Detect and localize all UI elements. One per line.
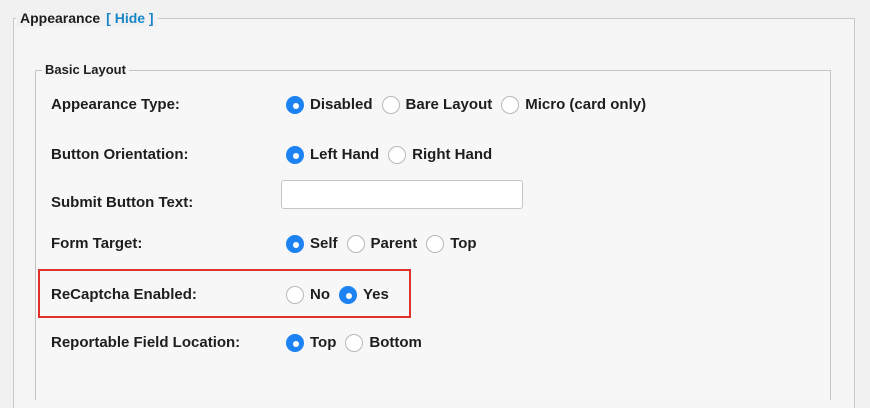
recaptcha-yes-label: Yes bbox=[363, 286, 389, 303]
appearance-legend: Appearance [ Hide ] bbox=[16, 9, 158, 27]
reportable-field-location-top-radio[interactable] bbox=[286, 334, 304, 352]
button-orientation-left-hand-label: Left Hand bbox=[310, 146, 380, 163]
appearance-type-micro-option[interactable]: Micro (card only) bbox=[501, 95, 646, 115]
form-target-options: Self Parent Top bbox=[286, 234, 477, 254]
form-target-parent-radio[interactable] bbox=[346, 235, 365, 253]
button-orientation-label: Button Orientation: bbox=[51, 146, 189, 163]
basic-layout-legend: Basic Layout bbox=[42, 62, 129, 78]
button-orientation-right-hand-label: Right Hand bbox=[412, 146, 493, 163]
reportable-field-location-options: Top Bottom bbox=[286, 333, 422, 353]
submit-button-text-input[interactable] bbox=[281, 180, 523, 209]
recaptcha-no-label: No bbox=[310, 286, 330, 303]
appearance-type-bare-layout-option[interactable]: Bare Layout bbox=[381, 95, 493, 115]
reportable-field-location-bottom-radio[interactable] bbox=[345, 334, 364, 352]
recaptcha-enabled-label: ReCaptcha Enabled: bbox=[51, 286, 197, 303]
appearance-type-disabled-label: Disabled bbox=[310, 96, 373, 113]
recaptcha-no-radio[interactable] bbox=[286, 286, 304, 304]
reportable-field-location-top-label: Top bbox=[310, 334, 337, 351]
reportable-field-location-bottom-label: Bottom bbox=[369, 334, 422, 351]
form-target-parent-option[interactable]: Parent bbox=[346, 234, 418, 254]
appearance-type-disabled-option[interactable]: Disabled bbox=[286, 95, 373, 115]
form-target-top-radio[interactable] bbox=[426, 235, 445, 253]
recaptcha-yes-radio[interactable] bbox=[339, 286, 357, 304]
form-target-parent-label: Parent bbox=[370, 235, 418, 252]
button-orientation-left-hand-radio[interactable] bbox=[286, 146, 304, 164]
appearance-type-label: Appearance Type: bbox=[51, 96, 180, 113]
appearance-type-disabled-radio[interactable] bbox=[286, 96, 304, 114]
hide-link[interactable]: [ Hide ] bbox=[106, 10, 153, 26]
recaptcha-no-option[interactable]: No bbox=[286, 285, 330, 305]
reportable-field-location-bottom-option[interactable]: Bottom bbox=[345, 333, 422, 353]
appearance-type-micro-label: Micro (card only) bbox=[525, 96, 647, 113]
form-target-label: Form Target: bbox=[51, 235, 143, 252]
button-orientation-right-hand-radio[interactable] bbox=[388, 146, 407, 164]
submit-button-text-label: Submit Button Text: bbox=[51, 194, 194, 211]
appearance-type-bare-layout-radio[interactable] bbox=[381, 96, 400, 114]
reportable-field-location-top-option[interactable]: Top bbox=[286, 333, 336, 353]
reportable-field-location-label: Reportable Field Location: bbox=[51, 334, 241, 351]
appearance-legend-label: Appearance bbox=[20, 10, 101, 26]
appearance-type-micro-radio[interactable] bbox=[501, 96, 520, 114]
form-target-self-label: Self bbox=[310, 235, 338, 252]
form-target-top-option[interactable]: Top bbox=[426, 234, 477, 254]
recaptcha-yes-option[interactable]: Yes bbox=[339, 285, 389, 305]
form-target-self-option[interactable]: Self bbox=[286, 234, 338, 254]
form-target-top-label: Top bbox=[450, 235, 477, 252]
button-orientation-options: Left Hand Right Hand bbox=[286, 145, 492, 165]
recaptcha-enabled-options: No Yes bbox=[286, 285, 389, 305]
form-target-self-radio[interactable] bbox=[286, 235, 304, 253]
appearance-type-options: Disabled Bare Layout Micro (card only) bbox=[286, 95, 646, 115]
button-orientation-right-hand-option[interactable]: Right Hand bbox=[388, 145, 492, 165]
appearance-type-bare-layout-label: Bare Layout bbox=[405, 96, 493, 113]
button-orientation-left-hand-option[interactable]: Left Hand bbox=[286, 145, 379, 165]
